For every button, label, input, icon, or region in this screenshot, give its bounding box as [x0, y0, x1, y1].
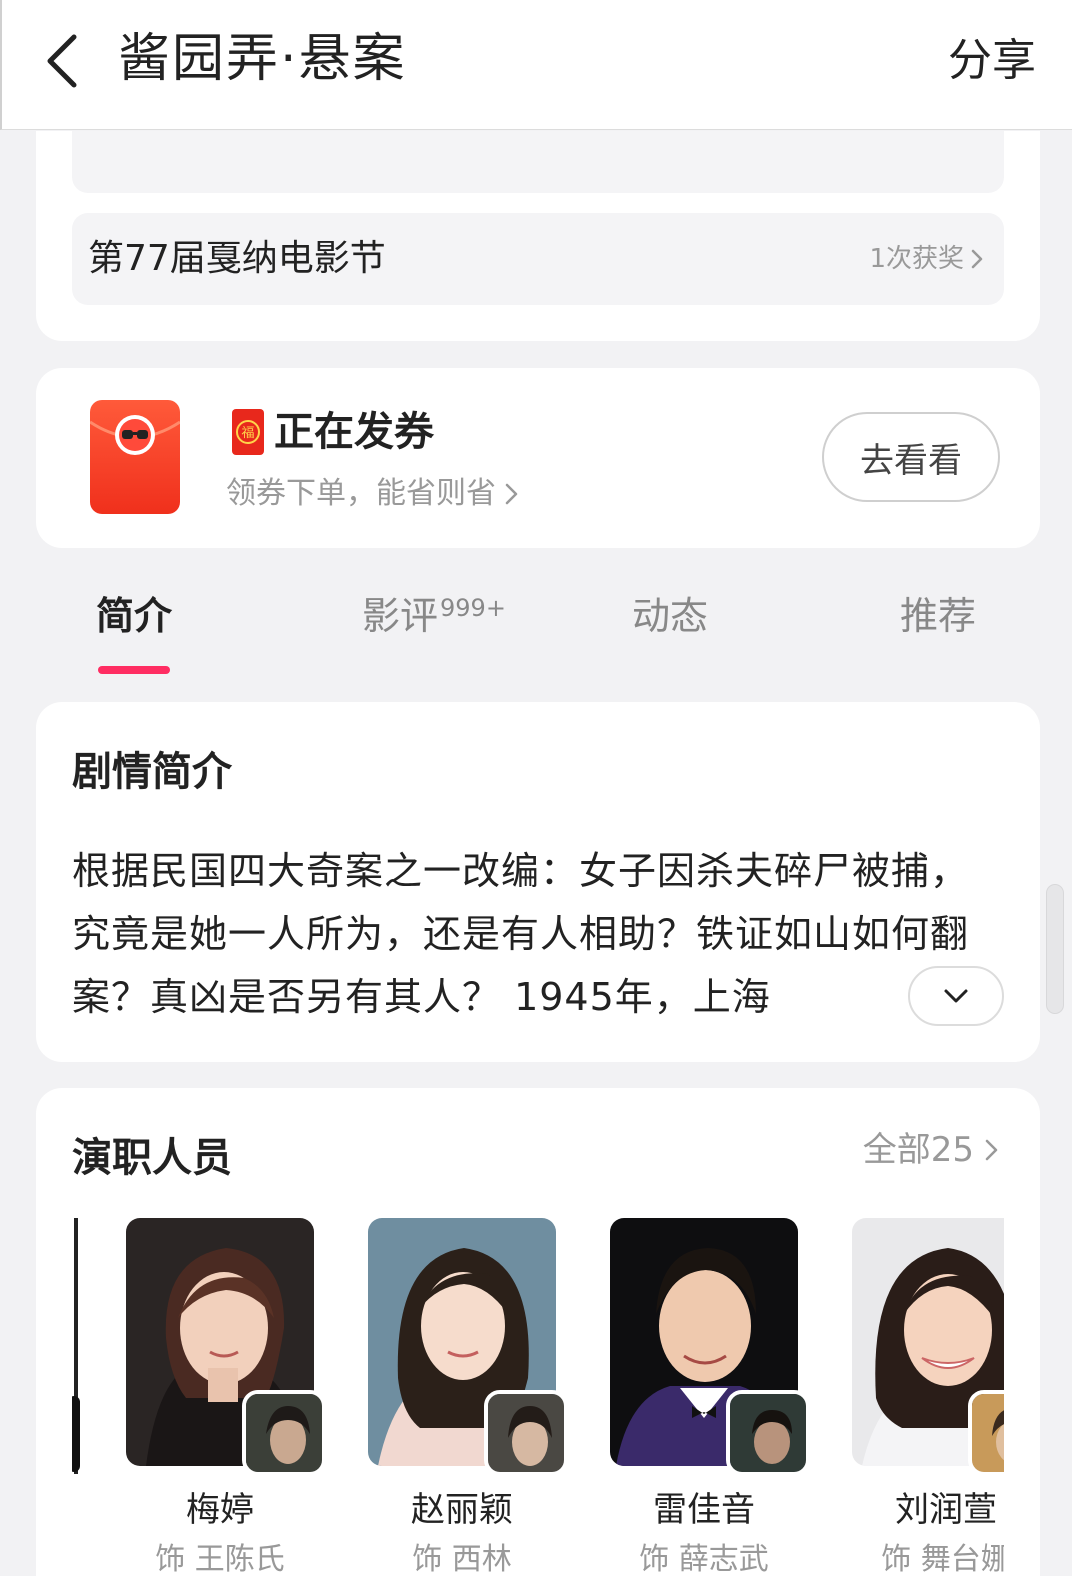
chevron-down-icon	[944, 989, 968, 1003]
red-envelope-image	[90, 400, 180, 514]
chevron-left-icon	[47, 34, 77, 88]
cast-all-link[interactable]: 全部25	[863, 1128, 1000, 1172]
actor-role: 饰 王陈氏	[155, 1542, 285, 1576]
back-button[interactable]	[32, 26, 92, 96]
cast-item[interactable]: 刘润萱 饰 舞台娜	[852, 1218, 1004, 1576]
cast-item-partial[interactable]	[72, 1218, 80, 1474]
tab-recommend-label: 推荐	[900, 594, 977, 638]
role-thumbnail	[72, 1396, 80, 1472]
share-button[interactable]: 分享	[948, 26, 1036, 96]
tab-intro-label: 简介	[96, 594, 173, 638]
synopsis-text: 根据民国四大奇案之一改编：女子因杀夫碎尸被捕，究竟是她一人所为，还是有人相助？铁…	[72, 849, 970, 1019]
chevron-right-icon	[505, 483, 518, 505]
cast-item[interactable]: 赵丽颖 饰 西林	[368, 1218, 568, 1576]
go-see-button[interactable]: 去看看	[822, 412, 1000, 502]
cast-list[interactable]: 梅婷 饰 王陈氏 赵丽颖 饰 西林 雷佳音 饰 薛志武 刘润萱 饰 舞台娜	[72, 1218, 1004, 1576]
cast-all-label: 全部25	[862, 1130, 974, 1170]
actor-role: 饰 薛志武	[639, 1542, 769, 1576]
chevron-right-icon	[985, 1139, 998, 1161]
actor-role: 饰 舞台娜	[881, 1542, 1004, 1576]
tab-updates[interactable]: 动态	[632, 588, 708, 644]
tab-reviews-label: 影评	[362, 594, 439, 638]
synopsis-card: 剧情简介 根据民国四大奇案之一改编：女子因杀夫碎尸被捕，究竟是她一人所为，还是有…	[36, 702, 1040, 1062]
awards-previous-row[interactable]	[72, 131, 1004, 193]
coupon-title-row: 福 正在发券	[232, 404, 434, 460]
role-thumbnail	[484, 1390, 568, 1476]
coupon-subtitle-text: 领券下单，能省则省	[226, 476, 496, 511]
fu-badge-char: 福	[241, 426, 254, 441]
tab-reviews-badge: 999+	[440, 594, 506, 622]
coupon-card[interactable]: 福 正在发券 领券下单，能省则省 去看看	[36, 368, 1040, 548]
cast-item[interactable]: 雷佳音 饰 薛志武	[610, 1218, 810, 1576]
tab-updates-label: 动态	[632, 594, 709, 638]
actor-name: 赵丽颖	[411, 1490, 513, 1530]
red-envelope-logo-icon	[90, 415, 180, 455]
role-thumbnail	[968, 1390, 1004, 1476]
award-count: 1次获奖	[869, 241, 984, 277]
active-tab-indicator	[98, 666, 170, 674]
role-thumbnail	[726, 1390, 810, 1476]
actor-name: 雷佳音	[653, 1490, 755, 1530]
fu-badge-icon: 福	[232, 409, 264, 455]
page-title: 酱园弄·悬案	[118, 29, 407, 89]
synopsis-title: 剧情简介	[72, 749, 232, 795]
tab-reviews[interactable]: 影评999+	[362, 588, 506, 644]
chevron-right-icon	[971, 249, 983, 269]
cast-item[interactable]: 梅婷 饰 王陈氏	[126, 1218, 326, 1576]
cast-card: 演职人员 全部25 梅婷 饰 王陈氏 赵丽颖 饰 西林 雷佳音 饰 薛志武 刘润…	[36, 1088, 1040, 1576]
top-nav-bar: 酱园弄·悬案 分享	[0, 0, 1072, 130]
actor-name: 梅婷	[186, 1490, 254, 1530]
award-festival-row[interactable]: 第77届戛纳电影节 1次获奖	[72, 213, 1004, 305]
festival-name: 第77届戛纳电影节	[88, 238, 386, 279]
role-thumbnail	[242, 1390, 326, 1476]
coupon-title: 正在发券	[274, 409, 434, 455]
expand-synopsis-button[interactable]	[908, 966, 1004, 1026]
scrollbar[interactable]	[1046, 884, 1064, 1014]
coupon-subtitle[interactable]: 领券下单，能省则省	[226, 472, 520, 516]
tab-recommend[interactable]: 推荐	[900, 588, 976, 644]
actor-role: 饰 西林	[412, 1542, 512, 1576]
tab-intro[interactable]: 简介	[96, 588, 172, 644]
award-count-label: 1次获奖	[869, 244, 964, 274]
actor-name: 刘润萱	[895, 1490, 997, 1530]
awards-card: 第77届戛纳电影节 1次获奖	[36, 131, 1040, 341]
cast-title: 演职人员	[72, 1135, 232, 1181]
content-tabs: 简介 影评999+ 动态 推荐	[0, 570, 1072, 680]
fu-circle-icon: 福	[236, 420, 260, 444]
